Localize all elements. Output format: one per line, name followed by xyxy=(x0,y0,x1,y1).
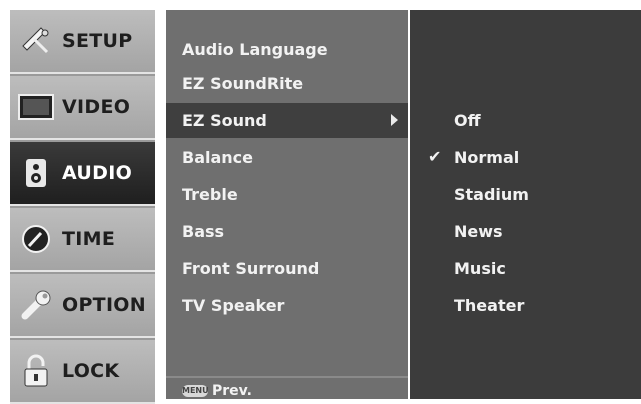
option-label: Stadium xyxy=(454,185,529,204)
category-tabs: SETUP VIDEO AUDIO TIME OPTION LOCK xyxy=(10,10,155,404)
option-theater[interactable]: Theater xyxy=(410,288,641,323)
menu-item-label: Treble xyxy=(182,185,238,204)
menu-item-ez-sound[interactable]: EZ Sound xyxy=(166,103,408,138)
menu-item-tv-speaker[interactable]: TV Speaker xyxy=(166,288,408,323)
tab-time[interactable]: TIME xyxy=(10,208,155,272)
menu-item-label: Bass xyxy=(182,222,225,241)
option-label: Off xyxy=(454,111,481,130)
tab-audio[interactable]: AUDIO xyxy=(10,142,155,206)
tab-label: LOCK xyxy=(62,360,120,382)
option-label: Theater xyxy=(454,296,525,315)
clock-icon xyxy=(10,215,62,263)
menu-item-audio-language[interactable]: Audio Language xyxy=(166,32,408,67)
speaker-icon xyxy=(10,149,62,197)
tab-label: TIME xyxy=(62,228,116,250)
tab-lock[interactable]: LOCK xyxy=(10,340,155,404)
menu-item-balance[interactable]: Balance xyxy=(166,140,408,175)
menu-item-label: EZ Sound xyxy=(182,111,267,130)
satellite-dish-icon xyxy=(10,17,62,65)
menu-key-icon: MENU xyxy=(182,385,209,397)
prev-label: Prev. xyxy=(212,383,252,399)
option-normal[interactable]: ✔ Normal xyxy=(410,140,641,175)
option-news[interactable]: News xyxy=(410,214,641,249)
menu-item-label: EZ SoundRite xyxy=(182,74,304,93)
audio-menu: Audio Language EZ SoundRite EZ Sound Bal… xyxy=(166,10,408,399)
option-label: Music xyxy=(454,259,506,278)
padlock-icon xyxy=(10,347,62,395)
tab-label: SETUP xyxy=(62,30,133,52)
checkmark-icon: ✔ xyxy=(428,147,442,166)
arrow-right-icon xyxy=(391,114,398,126)
tab-label: VIDEO xyxy=(62,96,131,118)
tab-label: OPTION xyxy=(62,294,146,316)
option-stadium[interactable]: Stadium xyxy=(410,177,641,212)
menu-item-front-surround[interactable]: Front Surround xyxy=(166,251,408,286)
option-off[interactable]: Off xyxy=(410,103,641,138)
tab-setup[interactable]: SETUP xyxy=(10,10,155,74)
option-label: News xyxy=(454,222,503,241)
menu-divider xyxy=(166,376,408,378)
menu-item-ez-soundrite[interactable]: EZ SoundRite xyxy=(166,66,408,101)
menu-item-label: Audio Language xyxy=(182,40,328,59)
menu-item-label: Front Surround xyxy=(182,259,320,278)
menu-item-label: Balance xyxy=(182,148,253,167)
wrench-icon xyxy=(10,281,62,329)
ez-sound-submenu: Off ✔ Normal Stadium News Music Theater xyxy=(410,10,641,399)
tab-label: AUDIO xyxy=(62,162,133,184)
menu-item-treble[interactable]: Treble xyxy=(166,177,408,212)
menu-item-label: TV Speaker xyxy=(182,296,285,315)
tv-screen-icon xyxy=(10,83,62,131)
tab-option[interactable]: OPTION xyxy=(10,274,155,338)
tab-video[interactable]: VIDEO xyxy=(10,76,155,140)
option-music[interactable]: Music xyxy=(410,251,641,286)
option-label: Normal xyxy=(454,148,520,167)
menu-item-bass[interactable]: Bass xyxy=(166,214,408,249)
